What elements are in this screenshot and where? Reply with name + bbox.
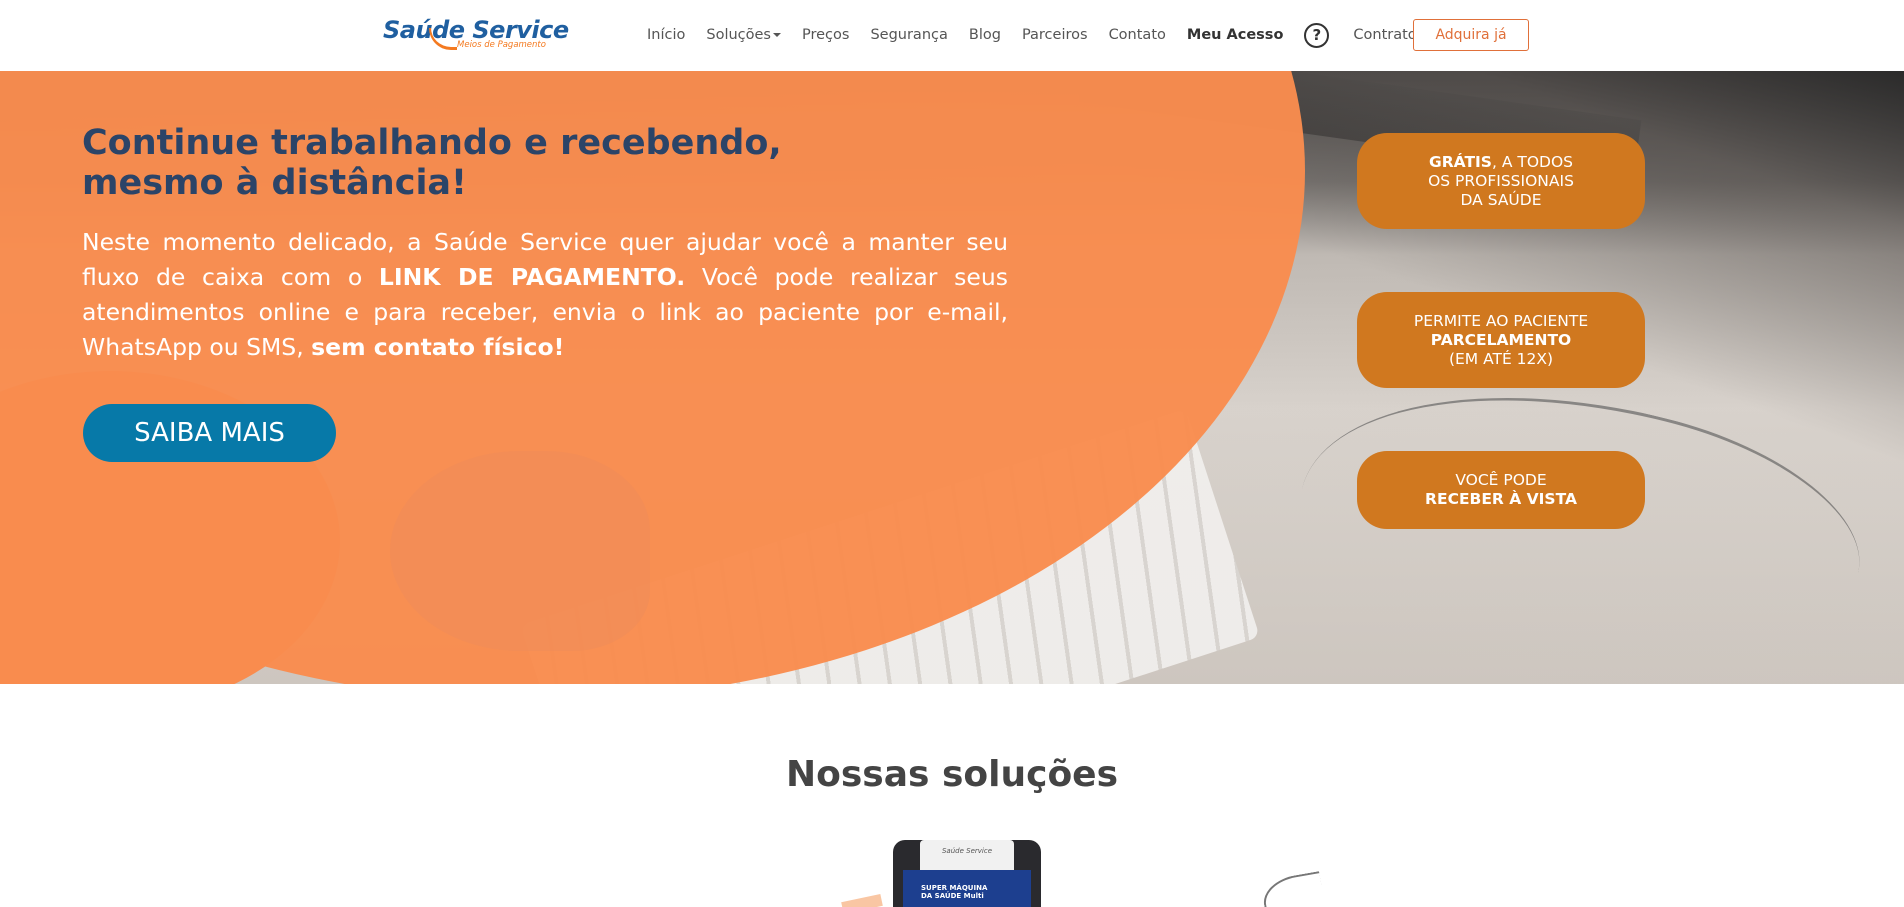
main-nav: Início Soluções Preços Segurança Blog Pa… bbox=[647, 22, 1438, 48]
pill-gratis-line2: os profissionais bbox=[1428, 171, 1574, 190]
machine-screen-line2: DA SAÚDE bbox=[921, 892, 962, 900]
machine-paper-label: Saúde Service bbox=[920, 840, 1014, 870]
pill-parcelamento-bold: Parcelamento bbox=[1430, 330, 1572, 349]
hero-title-line2: mesmo à distância! bbox=[82, 163, 468, 203]
nav-blog[interactable]: Blog bbox=[969, 27, 1001, 43]
decorative-swoosh-shape bbox=[1259, 871, 1327, 907]
hero-hands-image bbox=[390, 451, 650, 651]
adquira-button[interactable]: Adquira já bbox=[1413, 19, 1529, 51]
hero-text-bold2: sem contato físico! bbox=[311, 333, 565, 361]
pill-gratis-line1: Grátis, a todos bbox=[1429, 153, 1573, 172]
logo-tagline: Meios de Pagamento bbox=[457, 40, 546, 50]
feature-pill-parcelamento: Permite ao paciente Parcelamento (em até… bbox=[1357, 292, 1645, 388]
saiba-mais-button[interactable]: SAIBA MAIS bbox=[83, 404, 336, 462]
pill-parcelamento-line3: (em até 12x) bbox=[1448, 349, 1554, 368]
nav-precos[interactable]: Preços bbox=[802, 27, 849, 43]
caret-down-icon bbox=[773, 33, 781, 37]
machine-screen: SUPER MÁQUINA DA SAÚDE Multi bbox=[903, 870, 1031, 907]
pill-gratis-bold: Grátis bbox=[1429, 152, 1492, 171]
nav-contato[interactable]: Contato bbox=[1109, 27, 1166, 43]
nav-inicio[interactable]: Início bbox=[647, 27, 685, 43]
pill-gratis-line3: da saúde bbox=[1460, 190, 1542, 209]
hero-description: Neste momento delicado, a Saúde Service … bbox=[82, 225, 1008, 365]
nav-contrato[interactable]: Contrato bbox=[1353, 27, 1416, 43]
pill-a-vista-bold: Receber à vista bbox=[1425, 490, 1577, 508]
nav-solucoes[interactable]: Soluções bbox=[706, 27, 781, 43]
nav-parceiros[interactable]: Parceiros bbox=[1022, 27, 1088, 43]
machine-screen-brand: Multi bbox=[963, 892, 984, 900]
nav-meu-acesso[interactable]: Meu Acesso bbox=[1187, 27, 1284, 43]
hero-text-bold1: LINK DE PAGAMENTO. bbox=[378, 263, 686, 291]
solutions-title-bold: soluções bbox=[941, 754, 1119, 795]
pill-parcelamento-line1: Permite ao paciente bbox=[1413, 311, 1589, 330]
nav-solucoes-label: Soluções bbox=[706, 27, 771, 43]
logo[interactable]: Saúde Service Meios de Pagamento bbox=[383, 14, 569, 58]
site-header: Saúde Service Meios de Pagamento Início … bbox=[0, 0, 1904, 71]
decorative-accent-shape bbox=[841, 893, 883, 907]
pill-gratis-rest: , a todos bbox=[1491, 152, 1573, 171]
solutions-title: Nossas soluções bbox=[0, 754, 1904, 795]
feature-pill-a-vista: Você pode Receber à vista bbox=[1357, 451, 1645, 529]
nav-seguranca[interactable]: Segurança bbox=[870, 27, 947, 43]
hero-title-line1: Continue trabalhando e recebendo, bbox=[82, 123, 782, 163]
help-icon[interactable]: ? bbox=[1304, 22, 1330, 48]
logo-swoosh-icon bbox=[429, 28, 457, 50]
hero-title: Continue trabalhando e recebendo, mesmo … bbox=[82, 123, 982, 203]
pill-a-vista-line1: Você pode bbox=[1455, 471, 1547, 489]
solutions-title-light: Nossas bbox=[785, 754, 942, 795]
feature-pill-gratis: Grátis, a todos os profissionais da saúd… bbox=[1357, 133, 1645, 229]
hero-banner: Continue trabalhando e recebendo, mesmo … bbox=[0, 71, 1904, 684]
machine-screen-line1: SUPER MÁQUINA bbox=[921, 884, 988, 892]
